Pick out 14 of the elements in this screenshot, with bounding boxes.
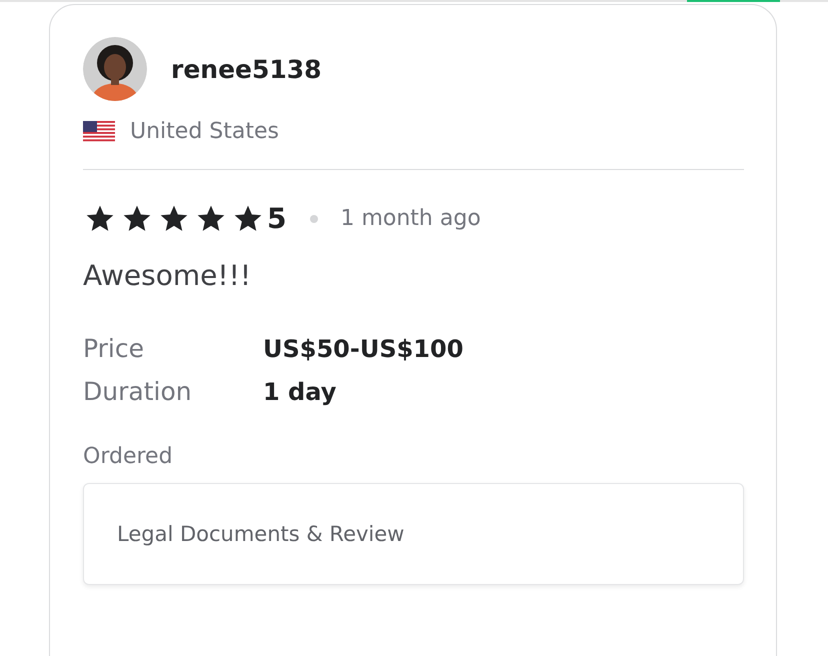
flag-icon <box>83 120 115 142</box>
username: renee5138 <box>171 54 322 84</box>
ordered-label: Ordered <box>83 444 174 469</box>
detail-label: Duration <box>83 377 193 406</box>
review-text: Awesome!!! <box>83 259 252 292</box>
country-name: United States <box>130 119 279 144</box>
detail-value: US$50-US$100 <box>263 334 464 362</box>
ordered-item-card[interactable]: Legal Documents & Review <box>83 483 744 585</box>
detail-value: 1 day <box>263 378 338 406</box>
rating-value: 5 <box>267 202 286 235</box>
separator-dot <box>310 214 318 222</box>
detail-label: Price <box>83 334 145 363</box>
ordered-item-title: Legal Documents & Review <box>117 522 404 546</box>
review-time: 1 month ago <box>340 206 481 231</box>
